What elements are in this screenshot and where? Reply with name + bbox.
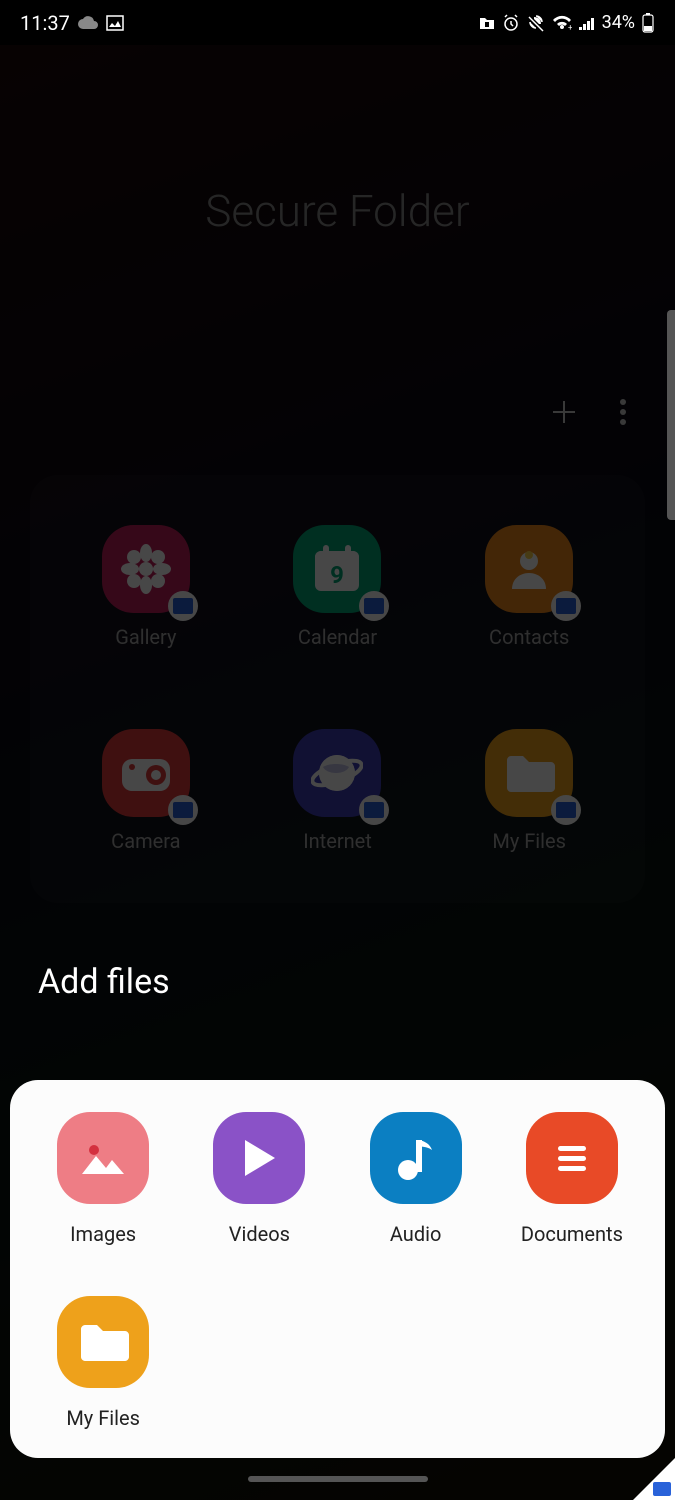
sheet-item-label: Videos: [229, 1222, 290, 1246]
sheet-item-label: Audio: [390, 1222, 442, 1246]
nav-pill[interactable]: [248, 1476, 428, 1482]
doc-icon: [526, 1112, 618, 1204]
sheet-item-label: Documents: [521, 1222, 623, 1246]
secure-folder-corner-icon: [653, 1482, 671, 1496]
add-videos[interactable]: Videos: [186, 1112, 332, 1246]
folder-lock-icon: [478, 15, 496, 31]
folder-icon: [57, 1296, 149, 1388]
picture-icon: [106, 15, 124, 31]
svg-text:+: +: [568, 23, 572, 31]
alarm-icon: [502, 14, 520, 32]
sheet-title: Add files: [38, 962, 170, 1002]
status-left: 11:37: [20, 11, 124, 35]
add-documents[interactable]: Documents: [499, 1112, 645, 1246]
status-bar: 11:37 + 34%: [0, 0, 675, 45]
battery-icon: [641, 13, 655, 33]
add-files-sheet: Images Videos Audio Documents My Files: [10, 1080, 665, 1458]
sheet-item-label: My Files: [66, 1406, 140, 1430]
status-right: + 34%: [478, 12, 655, 33]
add-images[interactable]: Images: [30, 1112, 176, 1246]
vibrate-icon: [526, 14, 546, 32]
play-icon: [213, 1112, 305, 1204]
battery-percent: 34%: [602, 12, 635, 33]
nav-bar: [0, 1458, 675, 1500]
status-time: 11:37: [20, 11, 70, 35]
add-audio[interactable]: Audio: [343, 1112, 489, 1246]
add-my-files[interactable]: My Files: [30, 1296, 176, 1430]
sheet-item-label: Images: [70, 1222, 136, 1246]
signal-icon: [578, 15, 596, 31]
wifi-icon: +: [552, 15, 572, 31]
cloud-icon: [78, 16, 98, 30]
note-icon: [370, 1112, 462, 1204]
scrollbar[interactable]: [667, 310, 675, 520]
image-icon: [57, 1112, 149, 1204]
